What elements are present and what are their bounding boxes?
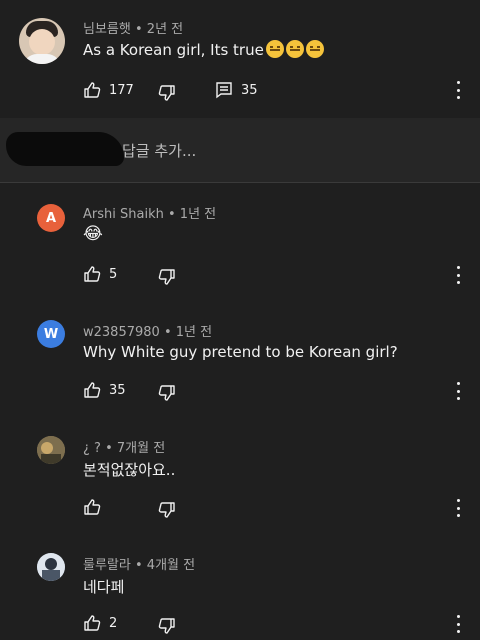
thumbs-down-icon[interactable] bbox=[158, 84, 176, 102]
dislike-action bbox=[158, 265, 176, 289]
avatar[interactable] bbox=[37, 436, 65, 464]
reply-meta: 룰루랄라 • 4개월 전 bbox=[83, 554, 195, 573]
more-options-icon[interactable] bbox=[457, 499, 461, 517]
top-comment: 님보름햇 • 2년 전 As a Korean girl, Its true 1… bbox=[0, 0, 480, 118]
replies-action[interactable]: 35 bbox=[215, 78, 258, 102]
reply-time: 7개월 전 bbox=[116, 441, 166, 456]
comment-actions: 177 bbox=[83, 78, 134, 102]
avatar[interactable]: A bbox=[37, 204, 65, 232]
thumbs-down-icon[interactable] bbox=[158, 384, 176, 402]
expressionless-emoji-icon bbox=[265, 40, 284, 58]
reply-author[interactable]: 룰루랄라 bbox=[83, 558, 131, 573]
comment-author[interactable]: 님보름햇 bbox=[83, 22, 131, 37]
meta-separator: • bbox=[163, 325, 176, 340]
thumbs-up-icon[interactable] bbox=[83, 381, 101, 399]
like-count: 2 bbox=[109, 615, 118, 631]
avatar-letter: A bbox=[45, 210, 57, 226]
avatar-image-icon bbox=[37, 553, 65, 581]
dislike-action bbox=[158, 498, 176, 522]
more-options-icon[interactable] bbox=[457, 81, 461, 99]
avatar-face bbox=[29, 29, 55, 55]
thumbs-up-icon[interactable] bbox=[83, 498, 101, 516]
like-count: 177 bbox=[109, 82, 134, 98]
more-options-icon[interactable] bbox=[457, 615, 461, 633]
reply-input[interactable]: 답글 추가... bbox=[122, 140, 196, 161]
avatar-shirt bbox=[23, 54, 61, 64]
avatar[interactable] bbox=[19, 18, 65, 64]
dislike-action bbox=[158, 381, 176, 405]
reply-time: 1년 전 bbox=[179, 207, 217, 222]
more-options-icon[interactable] bbox=[457, 382, 461, 400]
reply-text: 😂 bbox=[83, 224, 103, 244]
meta-separator: • bbox=[167, 207, 180, 222]
more-options-icon[interactable] bbox=[457, 266, 461, 284]
comment-icon[interactable] bbox=[215, 81, 233, 99]
comment-text-body: As a Korean girl, Its true bbox=[83, 41, 264, 59]
expressionless-emoji-icon bbox=[305, 40, 324, 58]
meta-separator: • bbox=[134, 558, 147, 573]
expressionless-emoji-icon bbox=[285, 40, 304, 58]
meta-separator: • bbox=[105, 441, 117, 456]
thumbs-up-icon[interactable] bbox=[83, 614, 101, 632]
reply-author[interactable]: w23857980 bbox=[83, 325, 160, 340]
comment-meta: 님보름햇 • 2년 전 bbox=[83, 18, 183, 37]
avatar[interactable]: W bbox=[37, 320, 65, 348]
thumbs-up-icon[interactable] bbox=[83, 265, 101, 283]
thumbs-down-icon[interactable] bbox=[158, 268, 176, 286]
thumbs-down-icon[interactable] bbox=[158, 501, 176, 519]
avatar[interactable] bbox=[37, 553, 65, 581]
comment-text: As a Korean girl, Its true bbox=[83, 40, 324, 59]
reply-text: Why White guy pretend to be Korean girl? bbox=[83, 343, 398, 361]
reply-actions: 2 bbox=[83, 611, 117, 635]
add-reply-bar[interactable]: 답글 추가... bbox=[0, 118, 480, 183]
avatar-letter: W bbox=[43, 326, 59, 342]
reply-time: 4개월 전 bbox=[146, 558, 196, 573]
like-count: 35 bbox=[109, 382, 126, 398]
avatar-image-icon bbox=[37, 436, 65, 464]
reply-meta: Arshi Shaikh • 1년 전 bbox=[83, 203, 216, 222]
thumbs-up-icon[interactable] bbox=[83, 81, 101, 99]
comment-time: 2년 전 bbox=[146, 22, 184, 37]
reply-meta: w23857980 • 1년 전 bbox=[83, 321, 212, 340]
redacted-avatar bbox=[6, 132, 124, 166]
meta-separator: • bbox=[134, 22, 147, 37]
reply-text: 네다페 bbox=[83, 578, 125, 596]
reply-actions bbox=[83, 495, 101, 519]
dislike-action bbox=[158, 614, 176, 638]
reply-time: 1년 전 bbox=[175, 325, 213, 340]
like-count: 5 bbox=[109, 266, 118, 282]
reply-actions: 35 bbox=[83, 378, 126, 402]
reply-text: 본적없잖아요.. bbox=[83, 461, 176, 479]
thumbs-down-icon[interactable] bbox=[158, 617, 176, 635]
reply-count: 35 bbox=[241, 82, 258, 98]
reply-meta: ¿ ? • 7개월 전 bbox=[83, 437, 165, 456]
reply-author[interactable]: ¿ ? bbox=[83, 441, 101, 456]
reply-actions: 5 bbox=[83, 262, 117, 286]
reply-author[interactable]: Arshi Shaikh bbox=[83, 207, 164, 222]
dislike-action bbox=[158, 81, 176, 105]
